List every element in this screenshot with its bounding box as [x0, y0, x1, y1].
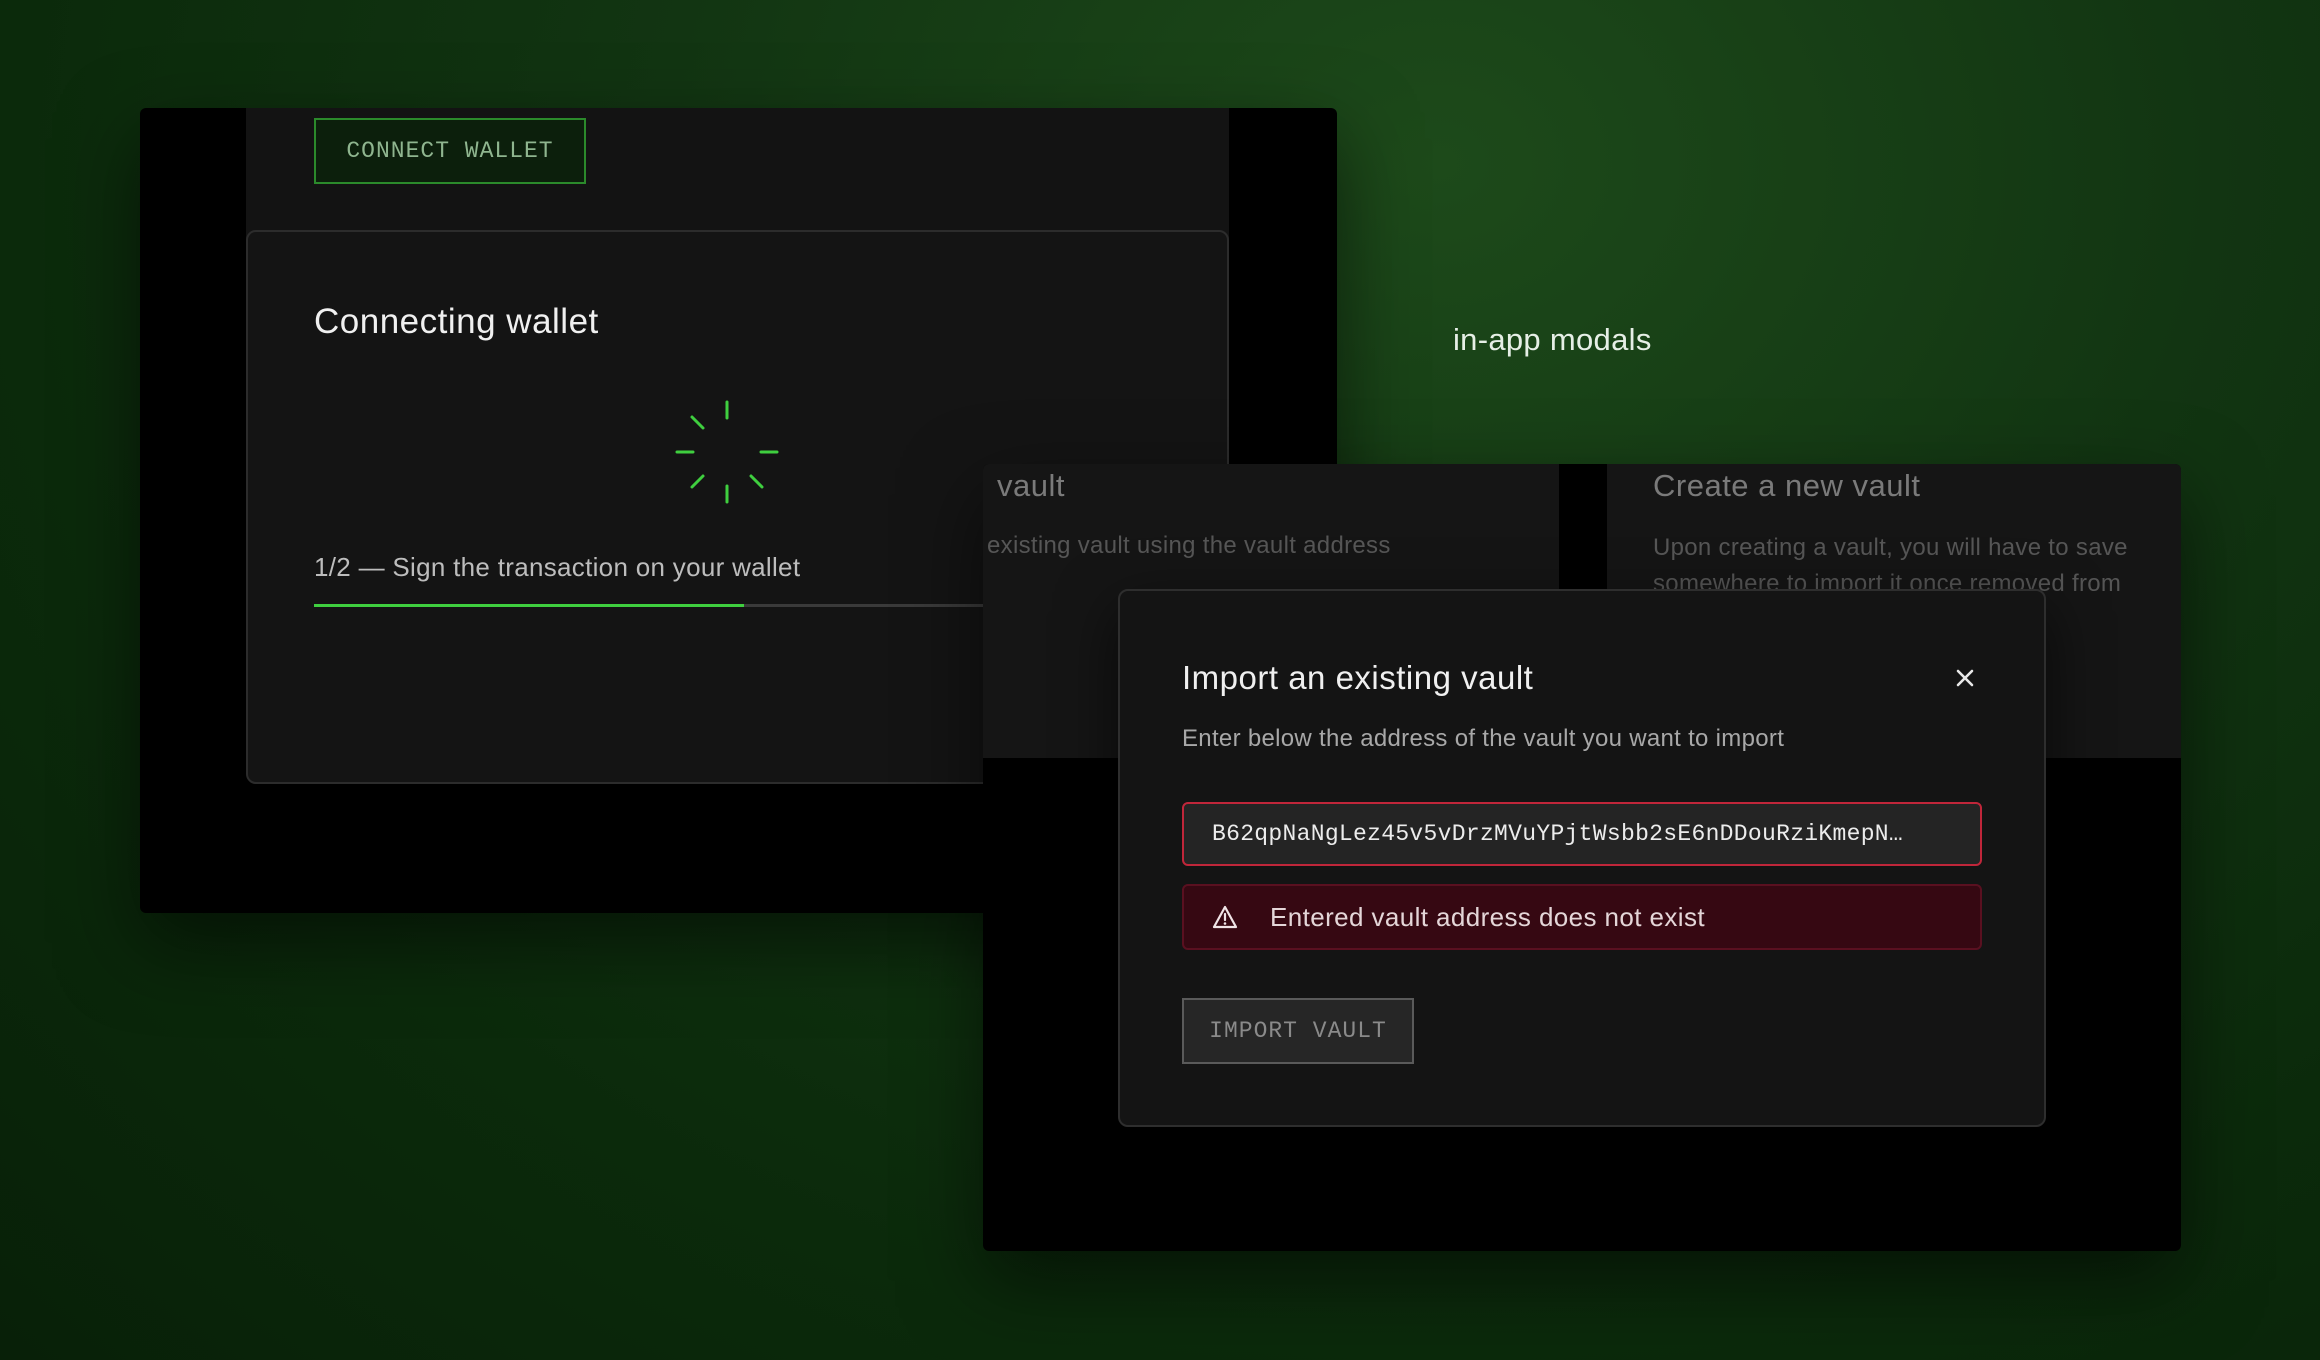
create-card-title: Create a new vault [1653, 468, 1921, 503]
warning-icon [1212, 905, 1238, 929]
create-card-description-line: Upon creating a vault, you will have to … [1653, 534, 2128, 561]
step-status-text: 1/2 — Sign the transaction on your walle… [314, 552, 801, 582]
close-icon[interactable] [1950, 663, 1980, 693]
import-vault-modal: Import an existing vault Enter below the… [1118, 589, 2046, 1127]
loading-spinner-icon [675, 400, 779, 504]
vault-address-input[interactable] [1182, 802, 1982, 866]
modal-title: Import an existing vault [1182, 659, 1534, 696]
caption-label: in-app modals [1453, 322, 1652, 357]
import-vault-button[interactable]: IMPORT VAULT [1182, 998, 1414, 1064]
import-card-title: vault [997, 468, 1065, 503]
modal-description: Enter below the address of the vault you… [1182, 725, 1785, 752]
error-message-text: Entered vault address does not exist [1270, 901, 1705, 932]
progress-bar-fill [314, 604, 744, 607]
import-card-description: existing vault using the vault address [987, 532, 1391, 559]
modal-title: Connecting wallet [314, 302, 599, 341]
connect-wallet-button[interactable]: CONNECT WALLET [314, 118, 586, 184]
error-message-box: Entered vault address does not exist [1182, 884, 1982, 950]
